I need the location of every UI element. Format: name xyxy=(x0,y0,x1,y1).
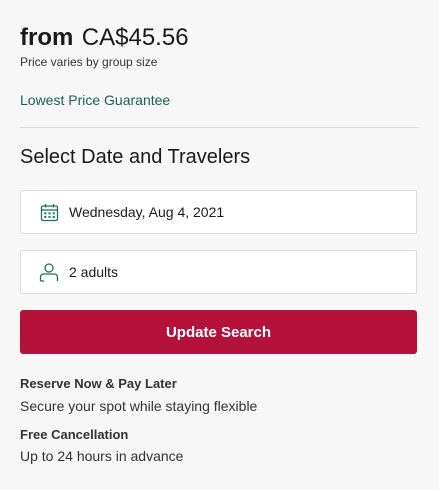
reserve-now-text: Secure your spot while staying flexible xyxy=(20,398,258,414)
price-amount: CA$45.56 xyxy=(81,24,189,51)
free-cancellation-text: Up to 24 hours in advance xyxy=(20,448,184,464)
free-cancellation-title: Free Cancellation xyxy=(20,427,129,442)
reserve-now-title: Reserve Now & Pay Later xyxy=(20,376,177,391)
lowest-price-guarantee-link[interactable]: Lowest Price Guarantee xyxy=(20,92,170,108)
calendar-icon xyxy=(39,202,59,222)
price-note: Price varies by group size xyxy=(20,55,158,69)
booking-card: from CA$45.56 Price varies by group size… xyxy=(0,0,439,490)
travelers-value: 2 adults xyxy=(69,264,119,280)
date-value: Wednesday, Aug 4, 2021 xyxy=(69,204,225,220)
price-from-label: from xyxy=(20,24,74,51)
divider xyxy=(20,127,419,128)
price-row: from CA$45.56 xyxy=(20,22,189,57)
section-title: Select Date and Travelers xyxy=(20,146,251,168)
travelers-field[interactable]: 2 adults xyxy=(20,250,417,294)
update-search-button[interactable]: Update Search xyxy=(20,310,417,354)
date-picker-field[interactable]: Wednesday, Aug 4, 2021 xyxy=(20,190,417,234)
person-icon xyxy=(39,262,59,282)
